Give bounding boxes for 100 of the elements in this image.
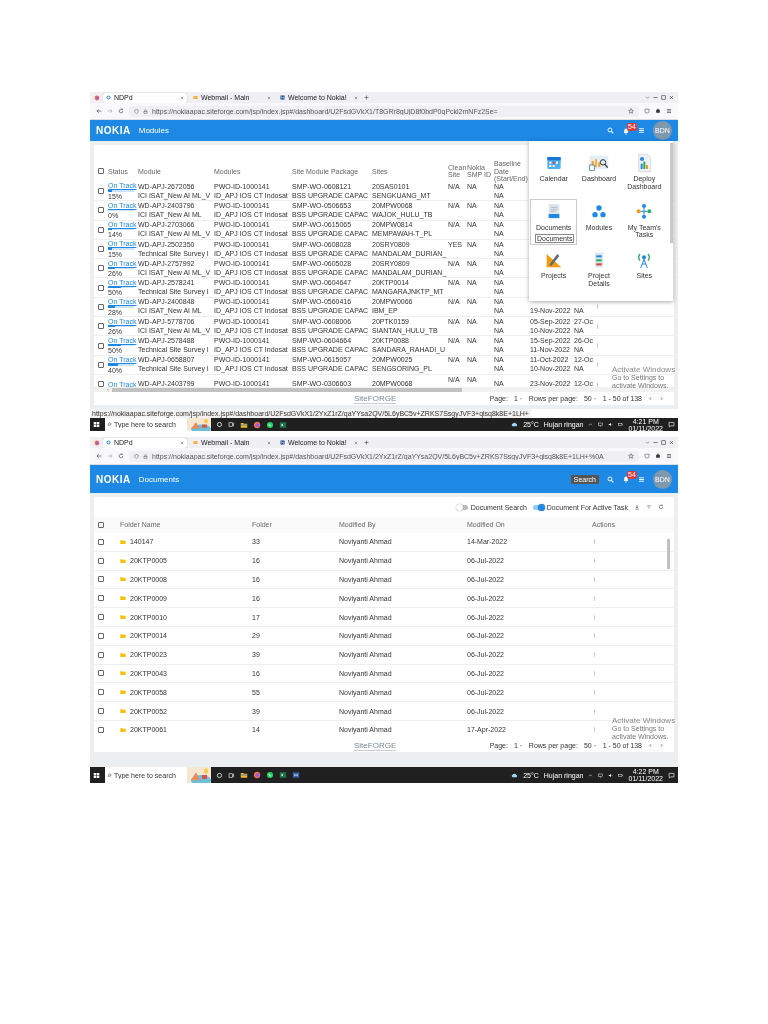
globe-icon — [106, 95, 111, 100]
star-icon[interactable] — [628, 108, 634, 114]
cortana-icon[interactable] — [216, 771, 223, 779]
page-title: Documents — [138, 474, 180, 484]
checkbox[interactable] — [98, 188, 104, 195]
mail-icon — [193, 95, 198, 100]
checkbox[interactable] — [98, 726, 104, 733]
notification-icon[interactable] — [668, 771, 675, 779]
reload-icon[interactable] — [118, 108, 124, 114]
chevron-down-icon[interactable] — [645, 95, 650, 100]
minimize-icon[interactable] — [653, 440, 658, 445]
task-view-icon[interactable] — [228, 771, 235, 779]
previous-page-icon[interactable] — [648, 396, 653, 401]
folder-icon[interactable] — [240, 771, 248, 779]
list-icon[interactable] — [638, 475, 645, 483]
menu-icon[interactable] — [666, 453, 672, 459]
checkbox[interactable] — [98, 670, 104, 677]
lock-icon — [143, 108, 148, 114]
minimize-icon[interactable] — [653, 95, 658, 100]
checkbox[interactable] — [98, 246, 104, 253]
checkbox[interactable] — [98, 557, 104, 564]
plus-icon[interactable] — [364, 95, 369, 100]
progress-bar — [108, 286, 134, 289]
list-icon[interactable] — [638, 127, 645, 134]
bell-icon[interactable] — [622, 126, 630, 135]
checkbox[interactable] — [98, 207, 104, 214]
folder-icon — [120, 632, 126, 639]
search-icon[interactable] — [607, 475, 614, 483]
spreadsheet-icon[interactable] — [279, 771, 287, 779]
battery-icon[interactable] — [618, 422, 624, 427]
caret-icon — [518, 396, 523, 401]
checkbox[interactable] — [98, 265, 104, 272]
maximize-icon[interactable] — [661, 440, 666, 445]
firefox-icon[interactable] — [253, 771, 261, 779]
checkbox[interactable] — [98, 651, 104, 658]
refresh-icon[interactable] — [658, 504, 664, 510]
chat-icon[interactable] — [266, 771, 274, 779]
checkbox[interactable] — [98, 323, 104, 330]
reload-icon[interactable] — [118, 453, 124, 459]
notification-icon[interactable] — [668, 421, 675, 428]
menu-icon[interactable] — [666, 108, 672, 114]
checkbox[interactable] — [98, 708, 104, 715]
progress-bar — [108, 267, 134, 270]
folder-icon[interactable] — [240, 420, 248, 429]
page-title: Modules — [138, 126, 169, 135]
folder-icon — [120, 651, 126, 658]
checkbox[interactable] — [98, 284, 104, 291]
next-page-icon[interactable] — [659, 743, 664, 748]
checkbox[interactable] — [98, 303, 104, 310]
checkbox[interactable] — [98, 361, 104, 368]
previous-page-icon[interactable] — [648, 743, 653, 748]
download-icon[interactable] — [634, 504, 640, 510]
speaker-icon[interactable] — [608, 772, 614, 778]
folder-icon — [120, 595, 126, 602]
checkbox[interactable] — [98, 614, 104, 621]
network-icon[interactable] — [598, 772, 604, 778]
checkbox[interactable] — [98, 595, 104, 602]
maximize-icon[interactable] — [661, 95, 666, 100]
task-view-icon[interactable] — [228, 421, 235, 428]
windows-logo-icon[interactable] — [93, 421, 100, 428]
chevron-up-icon[interactable] — [588, 772, 594, 778]
firefox-icon[interactable] — [94, 94, 100, 101]
close-icon[interactable] — [669, 440, 674, 445]
logo: NOKIA — [96, 125, 131, 136]
cloud-icon — [511, 771, 519, 779]
checkbox[interactable] — [98, 342, 104, 349]
cloud-icon — [511, 421, 519, 428]
checkbox[interactable] — [98, 689, 104, 696]
checkbox[interactable] — [98, 168, 104, 175]
progress-bar — [108, 344, 134, 347]
firefox-icon[interactable] — [253, 420, 261, 429]
next-page-icon[interactable] — [659, 396, 664, 401]
close-icon[interactable] — [669, 95, 674, 100]
spreadsheet-icon[interactable] — [279, 420, 287, 429]
network-icon[interactable] — [598, 422, 604, 427]
dashboard-icon — [589, 153, 609, 173]
checkbox[interactable] — [98, 538, 104, 545]
cortana-icon[interactable] — [216, 421, 223, 428]
checkbox[interactable] — [98, 226, 104, 233]
checkbox[interactable] — [98, 632, 104, 639]
star-icon[interactable] — [628, 453, 634, 459]
battery-icon[interactable] — [618, 772, 624, 778]
checkbox[interactable] — [98, 522, 104, 528]
search-icon[interactable] — [607, 127, 614, 134]
plus-icon[interactable] — [364, 440, 369, 445]
speaker-icon[interactable] — [608, 422, 614, 427]
chevron-down-icon[interactable] — [645, 440, 650, 445]
shield-icon — [134, 108, 139, 114]
windows-logo-icon[interactable] — [93, 771, 100, 779]
firefox-icon[interactable] — [94, 439, 100, 446]
back-icon[interactable] — [96, 453, 102, 459]
chat-icon[interactable] — [266, 420, 274, 429]
bell-icon[interactable] — [622, 475, 630, 483]
checkbox[interactable] — [98, 576, 104, 583]
folder-icon — [120, 576, 126, 583]
caret-icon — [518, 743, 523, 748]
word-processor-icon[interactable] — [292, 771, 300, 779]
back-icon[interactable] — [96, 108, 102, 114]
caret-icon — [592, 743, 597, 748]
chevron-up-icon[interactable] — [588, 422, 594, 427]
